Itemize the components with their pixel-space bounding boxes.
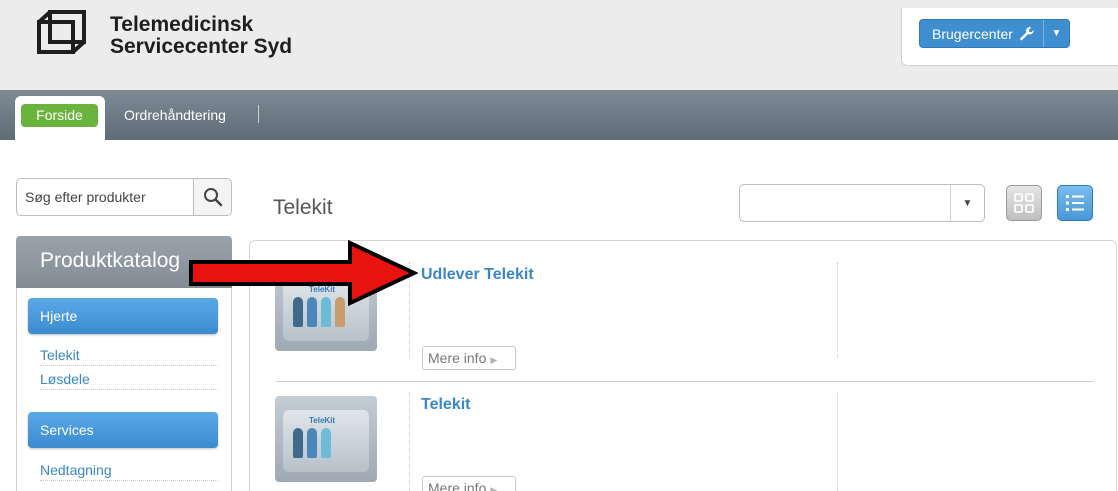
column-divider	[837, 262, 838, 358]
list-view-button[interactable]	[1057, 185, 1093, 221]
list-icon	[1066, 195, 1084, 211]
more-info-label: Mere info	[428, 350, 487, 366]
wrench-icon	[1020, 27, 1034, 41]
figure-graphic	[307, 428, 317, 458]
caret-down-icon: ▼	[1051, 28, 1062, 39]
column-divider	[837, 392, 838, 491]
red-arrow-icon	[189, 240, 418, 306]
sort-select[interactable]: ▼	[739, 184, 985, 222]
triangle-right-icon: ▶	[490, 485, 498, 491]
sidebar-group-services[interactable]: Services	[28, 412, 218, 448]
more-info-button[interactable]: Mere info ▶	[422, 346, 516, 370]
user-center-button[interactable]: Brugercenter ▼	[919, 19, 1070, 48]
tab-ordrehandtering[interactable]: Ordrehåndtering	[124, 107, 226, 123]
user-center-dropdown-toggle[interactable]: ▼	[1042, 20, 1069, 47]
triangle-right-icon: ▶	[490, 355, 498, 365]
product-image-logo: TeleKit	[309, 416, 336, 425]
sidebar-link-nedtagning[interactable]: Nedtagning	[40, 462, 218, 481]
brand-name[interactable]: Telemedicinsk Servicecenter Syd	[110, 14, 292, 58]
column-divider	[409, 392, 410, 491]
figure-graphic	[293, 428, 303, 458]
more-info-button[interactable]: Mere info ▶	[422, 476, 516, 491]
caret-down-icon: ▼	[962, 197, 973, 209]
page-title: Telekit	[273, 196, 333, 219]
user-center-main[interactable]: Brugercenter	[920, 20, 1043, 47]
brand-line-2: Servicecenter Syd	[110, 35, 293, 58]
product-search	[16, 178, 232, 216]
magnifier-icon	[203, 188, 222, 207]
sidebar-link-telekit[interactable]: Telekit	[40, 347, 218, 366]
tab-forside[interactable]: Forside	[15, 96, 105, 140]
search-button[interactable]	[193, 179, 231, 215]
grid-icon	[1014, 193, 1034, 213]
tab-forside-label: Forside	[21, 104, 98, 127]
select-arrow[interactable]: ▼	[950, 185, 984, 221]
product-image[interactable]: TeleKit	[275, 396, 377, 482]
brand-line-1: Telemedicinsk	[110, 13, 254, 36]
product-title-link[interactable]: Telekit	[421, 396, 471, 414]
nav-separator	[258, 105, 259, 123]
figure-graphic	[321, 428, 331, 458]
stacked-squares-logo-icon	[37, 10, 86, 54]
grid-view-button[interactable]	[1006, 185, 1042, 221]
row-divider	[276, 381, 1094, 382]
product-title-link[interactable]: Udlever Telekit	[421, 266, 534, 284]
user-center-label: Brugercenter	[932, 26, 1013, 42]
sidebar-link-losdele[interactable]: Løsdele	[40, 371, 218, 390]
more-info-label: Mere info	[428, 480, 487, 491]
search-input[interactable]	[17, 179, 193, 215]
